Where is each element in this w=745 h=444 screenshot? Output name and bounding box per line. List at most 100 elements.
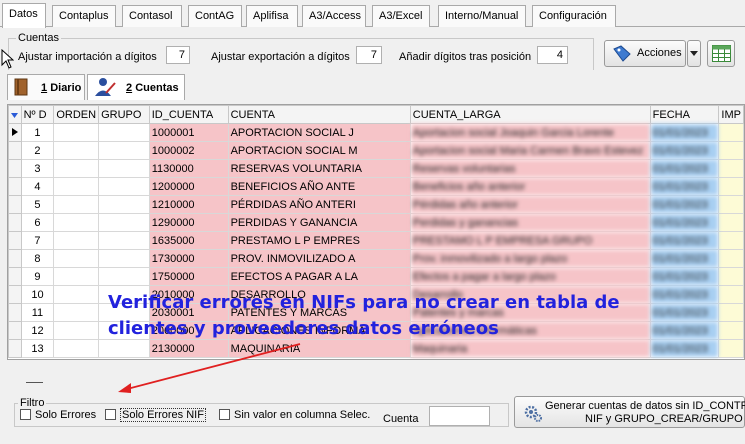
table-row[interactable]: 4 1200000 BENEFICIOS AÑO ANTE Beneficios añ…: [8, 177, 744, 196]
cell-fecha[interactable]: 01/01/2023: [649, 339, 720, 358]
cell-grupo[interactable]: [98, 123, 150, 142]
cell-fecha[interactable]: 01/01/2023: [649, 303, 720, 322]
cell-grupo[interactable]: [98, 141, 150, 160]
table-row[interactable]: 5 1210000 PÉRDIDAS AÑO ANTERI Pérdidas año …: [8, 195, 744, 214]
cell-cuenta[interactable]: APORTACION SOCIAL J: [227, 123, 411, 142]
cell-orden[interactable]: [53, 303, 100, 322]
cell-fecha[interactable]: 01/01/2023: [649, 177, 720, 196]
cell-id-cuenta[interactable]: 1750000: [148, 267, 229, 286]
cell-cuenta-larga[interactable]: Efectos a pagar a largo plazo: [409, 267, 651, 286]
cell-nd[interactable]: 4: [20, 177, 55, 196]
cell-orden[interactable]: [53, 123, 100, 142]
cell-nd[interactable]: 13: [20, 339, 55, 358]
table-row[interactable]: 3 1130000 RESERVAS VOLUNTARIA Reservas volu…: [8, 159, 744, 178]
add-digits-input[interactable]: 4: [537, 46, 568, 64]
grid-view-button[interactable]: [707, 40, 735, 67]
cell-grupo[interactable]: [98, 159, 150, 178]
tab-aplifisa[interactable]: Aplifisa: [246, 5, 298, 27]
cell-nd[interactable]: 5: [20, 195, 55, 214]
table-row[interactable]: 6 1290000 PERDIDAS Y GANANCIA Perdidas y ga…: [8, 213, 744, 232]
cell-cuenta-larga[interactable]: PRESTAMO L P EMPRESA GRUPO: [409, 231, 651, 250]
cell-orden[interactable]: [53, 213, 100, 232]
table-row[interactable]: 7 1635000 PRESTAMO L P EMPRES PRESTAMO L P …: [8, 231, 744, 250]
cell-grupo[interactable]: [98, 177, 150, 196]
cell-cuenta[interactable]: PÉRDIDAS AÑO ANTERI: [227, 195, 411, 214]
cell-imp[interactable]: [718, 339, 744, 358]
cell-orden[interactable]: [53, 195, 100, 214]
row-indicator[interactable]: [8, 195, 22, 214]
solo-errores-checkbox[interactable]: [20, 409, 31, 420]
cell-fecha[interactable]: 01/01/2023: [649, 213, 720, 232]
cell-cuenta[interactable]: MAQUINARIA: [227, 339, 411, 358]
cell-cuenta[interactable]: PRESTAMO L P EMPRES: [227, 231, 411, 250]
cell-imp[interactable]: [718, 285, 744, 304]
cell-orden[interactable]: [53, 285, 100, 304]
generar-cuentas-button[interactable]: Generar cuentas de datos sin ID_CONTRA N…: [514, 396, 745, 428]
cell-cuenta[interactable]: BENEFICIOS AÑO ANTE: [227, 177, 411, 196]
cell-id-cuenta[interactable]: 1730000: [148, 249, 229, 268]
column-header-nd[interactable]: Nº D: [20, 105, 55, 124]
cell-nd[interactable]: 9: [20, 267, 55, 286]
tab-a3-excel[interactable]: A3/Excel: [372, 5, 430, 27]
cell-id-cuenta[interactable]: 2130000: [148, 339, 229, 358]
table-row[interactable]: 8 1730000 PROV. INMOVILIZADO A Prov. inmovi…: [8, 249, 744, 268]
cell-orden[interactable]: [53, 321, 100, 340]
row-indicator[interactable]: [8, 249, 22, 268]
cell-orden[interactable]: [53, 339, 100, 358]
solo-errores-nif-label[interactable]: Solo Errores NIF: [120, 408, 206, 422]
sin-valor-checkbox[interactable]: [219, 409, 230, 420]
cell-fecha[interactable]: 01/01/2023: [649, 123, 720, 142]
cell-orden[interactable]: [53, 141, 100, 160]
cell-cuenta-larga[interactable]: Prov. inmovilizado a largo plazo: [409, 249, 651, 268]
cell-cuenta[interactable]: PROV. INMOVILIZADO A: [227, 249, 411, 268]
column-header-cuenta-larga[interactable]: CUENTA_LARGA: [409, 105, 651, 124]
cell-grupo[interactable]: [98, 213, 150, 232]
table-row[interactable]: 13 2130000 MAQUINARIA Maquinaria 01/01/2023: [8, 339, 744, 358]
subtab-cuentas[interactable]: 2 Cuentas: [87, 74, 185, 100]
subtab-diario[interactable]: 1 Diario: [7, 74, 85, 100]
column-header-grupo[interactable]: GRUPO: [98, 105, 150, 124]
acciones-dropdown-button[interactable]: [687, 40, 701, 67]
cell-orden[interactable]: [53, 177, 100, 196]
cell-cuenta-larga[interactable]: Beneficios año anterior: [409, 177, 651, 196]
tab-contaplus[interactable]: Contaplus: [52, 5, 116, 27]
row-indicator[interactable]: [8, 159, 22, 178]
cell-imp[interactable]: [718, 195, 744, 214]
cell-id-cuenta[interactable]: 1000002: [148, 141, 229, 160]
cell-imp[interactable]: [718, 177, 744, 196]
cell-cuenta-larga[interactable]: Aportacion social Maria Carmen Bravo Est…: [409, 141, 651, 160]
cell-imp[interactable]: [718, 231, 744, 250]
cell-id-cuenta[interactable]: 1210000: [148, 195, 229, 214]
cell-imp[interactable]: [718, 249, 744, 268]
cell-imp[interactable]: [718, 321, 744, 340]
cell-imp[interactable]: [718, 213, 744, 232]
cell-cuenta-larga[interactable]: Perdidas y ganancias: [409, 213, 651, 232]
cell-imp[interactable]: [718, 123, 744, 142]
cell-id-cuenta[interactable]: 1635000: [148, 231, 229, 250]
cell-imp[interactable]: [718, 141, 744, 160]
column-header-id-cuenta[interactable]: ID_CUENTA: [148, 105, 229, 124]
cell-nd[interactable]: 8: [20, 249, 55, 268]
cell-imp[interactable]: [718, 303, 744, 322]
cell-nd[interactable]: 1: [20, 123, 55, 142]
cell-id-cuenta[interactable]: 1290000: [148, 213, 229, 232]
table-row[interactable]: 1 1000001 APORTACION SOCIAL J Aportacion so…: [8, 123, 744, 142]
row-indicator[interactable]: [8, 123, 22, 142]
import-digits-input[interactable]: 7: [166, 46, 190, 64]
solo-errores-label[interactable]: Solo Errores: [35, 409, 96, 421]
table-row[interactable]: 9 1750000 EFECTOS A PAGAR A LA Efectos a pa…: [8, 267, 744, 286]
cell-orden[interactable]: [53, 231, 100, 250]
row-indicator[interactable]: [8, 141, 22, 160]
cell-cuenta-larga[interactable]: Maquinaria: [409, 339, 651, 358]
cell-id-cuenta[interactable]: 1000001: [148, 123, 229, 142]
column-header-cuenta[interactable]: CUENTA: [227, 105, 411, 124]
sort-indicator-header[interactable]: [8, 105, 22, 124]
tab-datos[interactable]: Datos: [2, 3, 46, 28]
cell-grupo[interactable]: [98, 195, 150, 214]
column-header-imp[interactable]: IMP: [718, 105, 744, 124]
cell-nd[interactable]: 11: [20, 303, 55, 322]
cell-cuenta[interactable]: EFECTOS A PAGAR A LA: [227, 267, 411, 286]
cell-id-cuenta[interactable]: 1200000: [148, 177, 229, 196]
cell-grupo[interactable]: [98, 267, 150, 286]
cell-orden[interactable]: [53, 159, 100, 178]
